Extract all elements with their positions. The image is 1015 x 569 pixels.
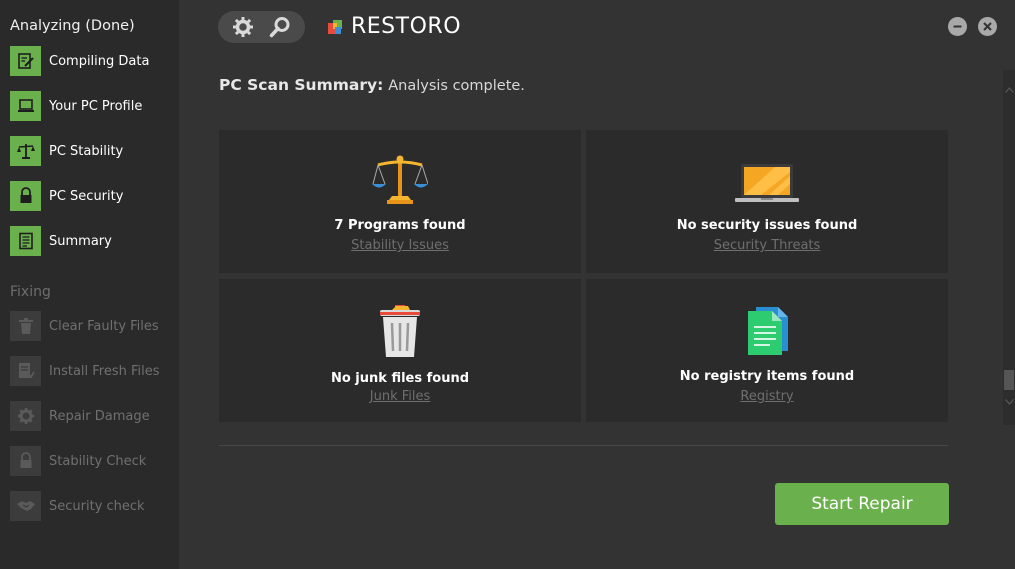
sidebar-item-pc-security[interactable]: PC Security: [10, 181, 175, 211]
sidebar-item-label: PC Stability: [49, 143, 124, 159]
sidebar-item-label: Security check: [49, 498, 145, 514]
stability-card: 7 Programs found Stability Issues: [219, 130, 581, 273]
trash-icon: [10, 311, 41, 341]
scale-icon: [372, 155, 428, 204]
brand-logo: RESTORO: [325, 14, 461, 39]
handshake-icon: [10, 491, 41, 521]
scroll-up-icon[interactable]: [1003, 84, 1015, 96]
registry-card: No registry items found Registry: [586, 279, 948, 422]
start-repair-button[interactable]: Start Repair: [775, 483, 949, 525]
sidebar-item-label: Repair Damage: [49, 408, 150, 424]
search-button[interactable]: [265, 12, 295, 42]
sidebar-item-label: Compiling Data: [49, 53, 150, 69]
trash-icon: [380, 305, 420, 357]
sidebar-item-clear-faulty-files[interactable]: Clear Faulty Files: [10, 311, 175, 341]
gear-icon: [232, 17, 253, 37]
sidebar-item-pc-stability[interactable]: PC Stability: [10, 136, 175, 166]
sidebar-item-your-pc-profile[interactable]: Your PC Profile: [10, 91, 175, 121]
settings-button[interactable]: [228, 12, 258, 42]
laptop-icon: [10, 91, 41, 121]
sidebar-item-label: Stability Check: [49, 453, 147, 469]
laptop-icon: [735, 164, 799, 202]
page-title: PC Scan Summary: Analysis complete.: [219, 76, 525, 94]
sidebar-item-install-fresh-files[interactable]: Install Fresh Files: [10, 356, 175, 386]
notepad-edit-icon: [10, 46, 41, 76]
security-card: No security issues found Security Threat…: [586, 130, 948, 273]
scroll-down-icon[interactable]: [1003, 396, 1015, 408]
close-button[interactable]: [978, 17, 997, 36]
junk-files-card: No junk files found Junk Files: [219, 279, 581, 422]
search-icon: [270, 17, 290, 38]
install-file-icon: [10, 356, 41, 386]
sidebar-item-label: Install Fresh Files: [49, 363, 160, 379]
sidebar-item-stability-check[interactable]: Stability Check: [10, 446, 175, 476]
sidebar-item-label: PC Security: [49, 188, 124, 204]
minimize-button[interactable]: [948, 17, 967, 36]
gear-icon: [10, 401, 41, 431]
sidebar: Analyzing (Done) Compiling Data Your PC …: [0, 0, 179, 569]
toolbar-pill: [218, 11, 305, 43]
lock-icon: [10, 181, 41, 211]
sidebar-item-label: Clear Faulty Files: [49, 318, 159, 334]
lock-icon: [10, 446, 41, 476]
fixing-section-title: Fixing: [10, 284, 51, 300]
close-icon: [983, 22, 992, 31]
junk-files-link[interactable]: Junk Files: [370, 389, 431, 404]
stability-issues-link[interactable]: Stability Issues: [351, 238, 449, 253]
divider: [219, 445, 948, 446]
card-title: No junk files found: [330, 371, 470, 386]
list-document-icon: [10, 226, 41, 256]
card-title: No registry items found: [679, 369, 855, 384]
restoro-logo-icon: [328, 19, 342, 34]
documents-icon: [748, 307, 788, 355]
sidebar-item-summary[interactable]: Summary: [10, 226, 175, 256]
brand-name: RESTORO: [351, 14, 462, 39]
sidebar-item-label: Your PC Profile: [49, 98, 143, 114]
card-title: 7 Programs found: [334, 218, 466, 233]
sidebar-item-security-check[interactable]: Security check: [10, 491, 175, 521]
sidebar-item-compiling-data[interactable]: Compiling Data: [10, 46, 175, 76]
security-threats-link[interactable]: Security Threats: [714, 238, 821, 253]
sidebar-item-repair-damage[interactable]: Repair Damage: [10, 401, 175, 431]
summary-heading-bold: PC Scan Summary:: [219, 76, 384, 94]
card-title: No security issues found: [676, 218, 858, 233]
sidebar-item-label: Summary: [49, 233, 112, 249]
summary-heading-status: Analysis complete.: [388, 78, 525, 94]
minimize-icon: [953, 25, 962, 28]
scrollbar-thumb[interactable]: [1004, 370, 1014, 390]
sidebar-title: Analyzing (Done): [10, 18, 135, 34]
scale-icon: [10, 136, 41, 166]
registry-link[interactable]: Registry: [740, 389, 793, 404]
scrollbar[interactable]: [1003, 70, 1015, 425]
